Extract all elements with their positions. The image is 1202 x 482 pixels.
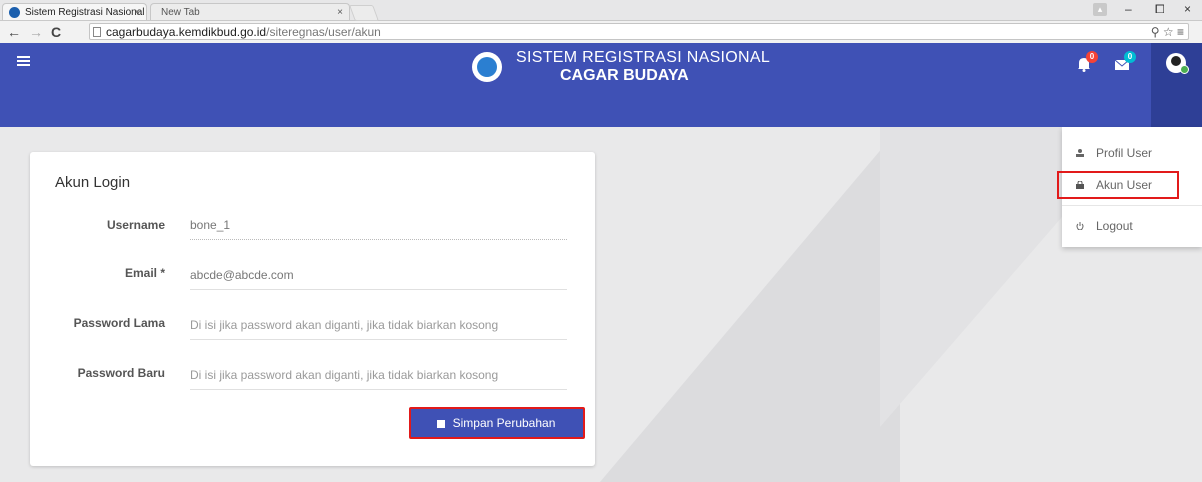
browser-toolbar: ← → C cagarbudaya.kemdikbud.go.id/sitere…	[0, 21, 1202, 44]
app-title: SISTEM REGISTRASI NASIONAL	[516, 49, 771, 66]
close-window-button[interactable]: ×	[1184, 2, 1191, 16]
email-field[interactable]: abcde@abcde.com	[190, 268, 567, 290]
tut-wuri-handayani-logo	[472, 52, 502, 82]
power-icon	[1076, 222, 1084, 230]
person-icon	[1076, 149, 1084, 157]
menu-item-logout[interactable]: Logout	[1062, 214, 1202, 238]
tab-title: New Tab	[161, 7, 200, 18]
online-status-icon	[1180, 65, 1189, 74]
old-password-field[interactable]: Di isi jika password akan diganti, jika …	[190, 318, 567, 340]
page-icon	[93, 27, 101, 37]
notifications-bell-icon[interactable]: 0	[1075, 51, 1098, 73]
avatar	[1166, 53, 1189, 74]
app-header: SISTEM REGISTRASI NASIONAL CAGAR BUDAYA …	[0, 43, 1202, 127]
tab-title: Sistem Registrasi Nasional	[25, 7, 145, 18]
menu-item-akun-user[interactable]: Akun User	[1057, 171, 1202, 199]
forward-button[interactable]: →	[29, 24, 43, 40]
user-dropdown-menu: Profil User Akun User Logout	[1057, 127, 1202, 247]
save-changes-button[interactable]: Simpan Perubahan	[409, 407, 585, 439]
lock-icon	[1076, 181, 1084, 189]
save-disk-icon	[436, 420, 445, 428]
hamburger-menu-icon[interactable]	[17, 56, 30, 66]
user-menu-toggle[interactable]	[1151, 43, 1202, 127]
reload-button[interactable]: C	[51, 24, 61, 40]
tab-sistem-registrasi[interactable]: Sistem Registrasi Nasional ×	[2, 3, 147, 20]
browser-profile-icon[interactable]: ▴	[1093, 3, 1107, 16]
menu-item-label: Profil User	[1096, 146, 1153, 160]
app-subtitle: CAGAR BUDAYA	[560, 67, 689, 84]
menu-divider	[1062, 205, 1202, 206]
messages-envelope-icon[interactable]: 0	[1113, 51, 1136, 73]
new-tab-button[interactable]	[349, 5, 379, 21]
minimize-button[interactable]: –	[1125, 2, 1132, 16]
tab-close-icon[interactable]: ×	[134, 4, 140, 21]
username-label: Username	[106, 218, 165, 232]
card-title: Akun Login	[55, 174, 131, 191]
address-bar[interactable]: cagarbudaya.kemdikbud.go.id/siteregnas/u…	[89, 23, 1189, 40]
username-field: bone_1	[190, 218, 567, 240]
tab-close-icon[interactable]: ×	[337, 4, 343, 21]
url-host: cagarbudaya.kemdikbud.go.id	[106, 25, 267, 39]
background-facet	[600, 127, 900, 482]
back-button[interactable]: ←	[7, 24, 21, 40]
messages-badge: 0	[1124, 51, 1136, 63]
old-password-label: Password Lama	[73, 316, 165, 330]
menu-item-label: Akun User	[1096, 178, 1153, 192]
tab-new-tab[interactable]: New Tab ×	[150, 3, 350, 20]
url-path: /siteregnas/user/akun	[266, 25, 381, 39]
account-form-card: Akun Login Username bone_1 Email * abcde…	[30, 152, 595, 466]
menu-item-label: Logout	[1096, 219, 1133, 233]
email-label: Email *	[124, 266, 165, 280]
menu-item-profil-user[interactable]: Profil User	[1062, 141, 1202, 165]
maximize-button[interactable]: ⧠	[1155, 2, 1165, 17]
save-button-label: Simpan Perubahan	[452, 416, 556, 430]
new-password-field[interactable]: Di isi jika password akan diganti, jika …	[190, 368, 567, 390]
site-favicon-icon	[9, 7, 20, 18]
browser-tab-bar: Sistem Registrasi Nasional × New Tab × ▴…	[0, 0, 1202, 21]
omnibox-actions-icon[interactable]: ⚲ ☆ ≡	[1151, 24, 1184, 41]
new-password-label: Password Baru	[77, 366, 165, 380]
notifications-badge: 0	[1086, 51, 1098, 63]
